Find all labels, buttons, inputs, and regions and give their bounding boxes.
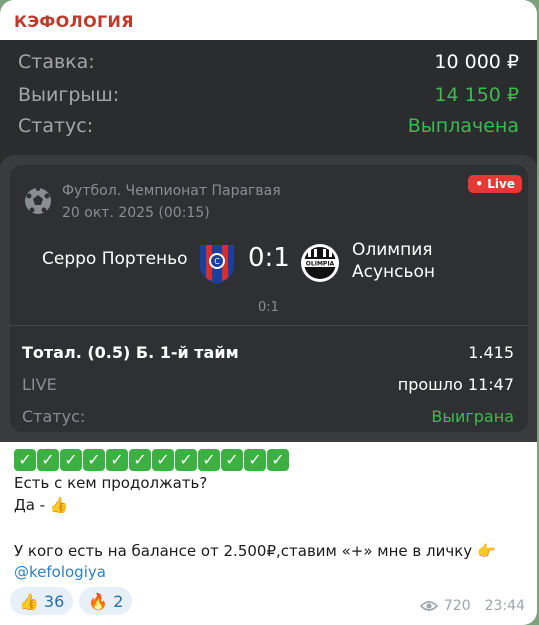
match-score: 0:1 — [248, 243, 290, 273]
stake-row: Ставка: 10 000 ₽ — [18, 48, 519, 76]
check-mark-icon: ✓ — [267, 449, 289, 471]
channel-link[interactable]: @kefologiya — [14, 563, 106, 581]
check-mark-icon: ✓ — [198, 449, 220, 471]
check-mark-icon: ✓ — [83, 449, 105, 471]
win-row: Выигрыш: 14 150 ₽ — [18, 81, 519, 109]
bet-status-label: Статус: — [18, 115, 94, 137]
message-line-1: Есть с кем продолжать? — [14, 474, 208, 492]
team2-name: Олимпия Асунсьон — [352, 239, 435, 283]
divider — [10, 325, 528, 326]
view-count: 720 — [443, 598, 471, 614]
live-row: LIVE прошло 11:47 — [22, 375, 514, 394]
league-name: Футбол. Чемпионат Парагвая — [62, 183, 281, 199]
check-mark-icon: ✓ — [60, 449, 82, 471]
message-line-3-text: У кого есть на балансе от 2.500₽,ставим … — [14, 542, 477, 560]
win-label: Выигрыш: — [18, 84, 120, 106]
check-mark-icon: ✓ — [152, 449, 174, 471]
check-mark-icon: ✓ — [175, 449, 197, 471]
team2-name-line2: Асунсьон — [352, 262, 436, 282]
match-card-inner: Футбол. Чемпионат Парагвая 20 окт. 2025 … — [10, 165, 528, 432]
check-mark-icon: ✓ — [14, 449, 36, 471]
win-value: 14 150 ₽ — [434, 84, 519, 106]
reaction-count: 36 — [43, 591, 65, 611]
match-status-value: Выиграна — [431, 407, 514, 426]
message-meta: 720 23:44 — [419, 598, 525, 614]
match-status-row: Статус: Выиграна — [22, 407, 514, 426]
pointing-right-icon: 👉 — [476, 542, 496, 560]
check-mark-icon: ✓ — [106, 449, 128, 471]
olimpia-crest-text: OLIMPIA — [306, 261, 335, 268]
reaction-fire[interactable]: 🔥 2 — [79, 587, 133, 615]
soccer-ball-icon — [25, 187, 51, 214]
cerro-porteno-crest-icon: C — [200, 245, 234, 284]
market-label: Тотал. (0.5) Б. 1-й тайм — [22, 343, 239, 362]
message-line-3: У кого есть на балансе от 2.500₽,ставим … — [14, 542, 496, 560]
message-bubble: КЭФОЛОГИЯ Ставка: 10 000 ₽ Выигрыш: 14 1… — [0, 0, 537, 625]
message-line-2-text: Да - — [14, 496, 50, 514]
match-date: 20 окт. 2025 (00:15) — [62, 205, 210, 221]
channel-name[interactable]: КЭФОЛОГИЯ — [14, 12, 134, 31]
olimpia-crest-icon: OLIMPIA — [301, 244, 339, 282]
check-mark-icon: ✓ — [244, 449, 266, 471]
live-badge: • Live — [468, 175, 522, 193]
thumbs-up-icon: 👍 — [19, 591, 39, 611]
team2-name-line1: Олимпия — [352, 240, 433, 260]
check-mark-icon: ✓ — [129, 449, 151, 471]
team1-name: Серро Портеньо — [42, 249, 188, 269]
elapsed-time: прошло 11:47 — [397, 375, 514, 394]
bet-screenshot[interactable]: Ставка: 10 000 ₽ Выигрыш: 14 150 ₽ Стату… — [0, 40, 537, 442]
score-small: 0:1 — [258, 300, 279, 315]
stake-value: 10 000 ₽ — [434, 51, 519, 73]
reactions: 👍 36 🔥 2 — [10, 587, 133, 615]
svg-text:C: C — [214, 257, 220, 266]
message-time: 23:44 — [484, 598, 525, 614]
match-card: Футбол. Чемпионат Парагвая 20 окт. 2025 … — [0, 155, 537, 442]
check-mark-icon: ✓ — [221, 449, 243, 471]
bet-status-row: Статус: Выплачена — [18, 112, 519, 140]
check-mark-icon: ✓ — [37, 449, 59, 471]
message-line-2: Да - 👍 — [14, 496, 69, 514]
match-status-label: Статус: — [22, 407, 86, 426]
stake-label: Ставка: — [18, 51, 95, 73]
thumbs-up-icon: 👍 — [49, 496, 69, 514]
live-label: LIVE — [22, 375, 57, 394]
odds-value: 1.415 — [468, 343, 514, 362]
reaction-thumbs-up[interactable]: 👍 36 — [10, 587, 74, 615]
bet-status-value: Выплачена — [407, 115, 519, 137]
check-emoji-row: ✓ ✓ ✓ ✓ ✓ ✓ ✓ ✓ ✓ ✓ ✓ ✓ — [14, 449, 289, 471]
reaction-count: 2 — [113, 591, 124, 611]
eye-icon — [419, 601, 438, 611]
fire-icon: 🔥 — [88, 591, 109, 611]
market-row: Тотал. (0.5) Б. 1-й тайм 1.415 — [22, 343, 514, 362]
